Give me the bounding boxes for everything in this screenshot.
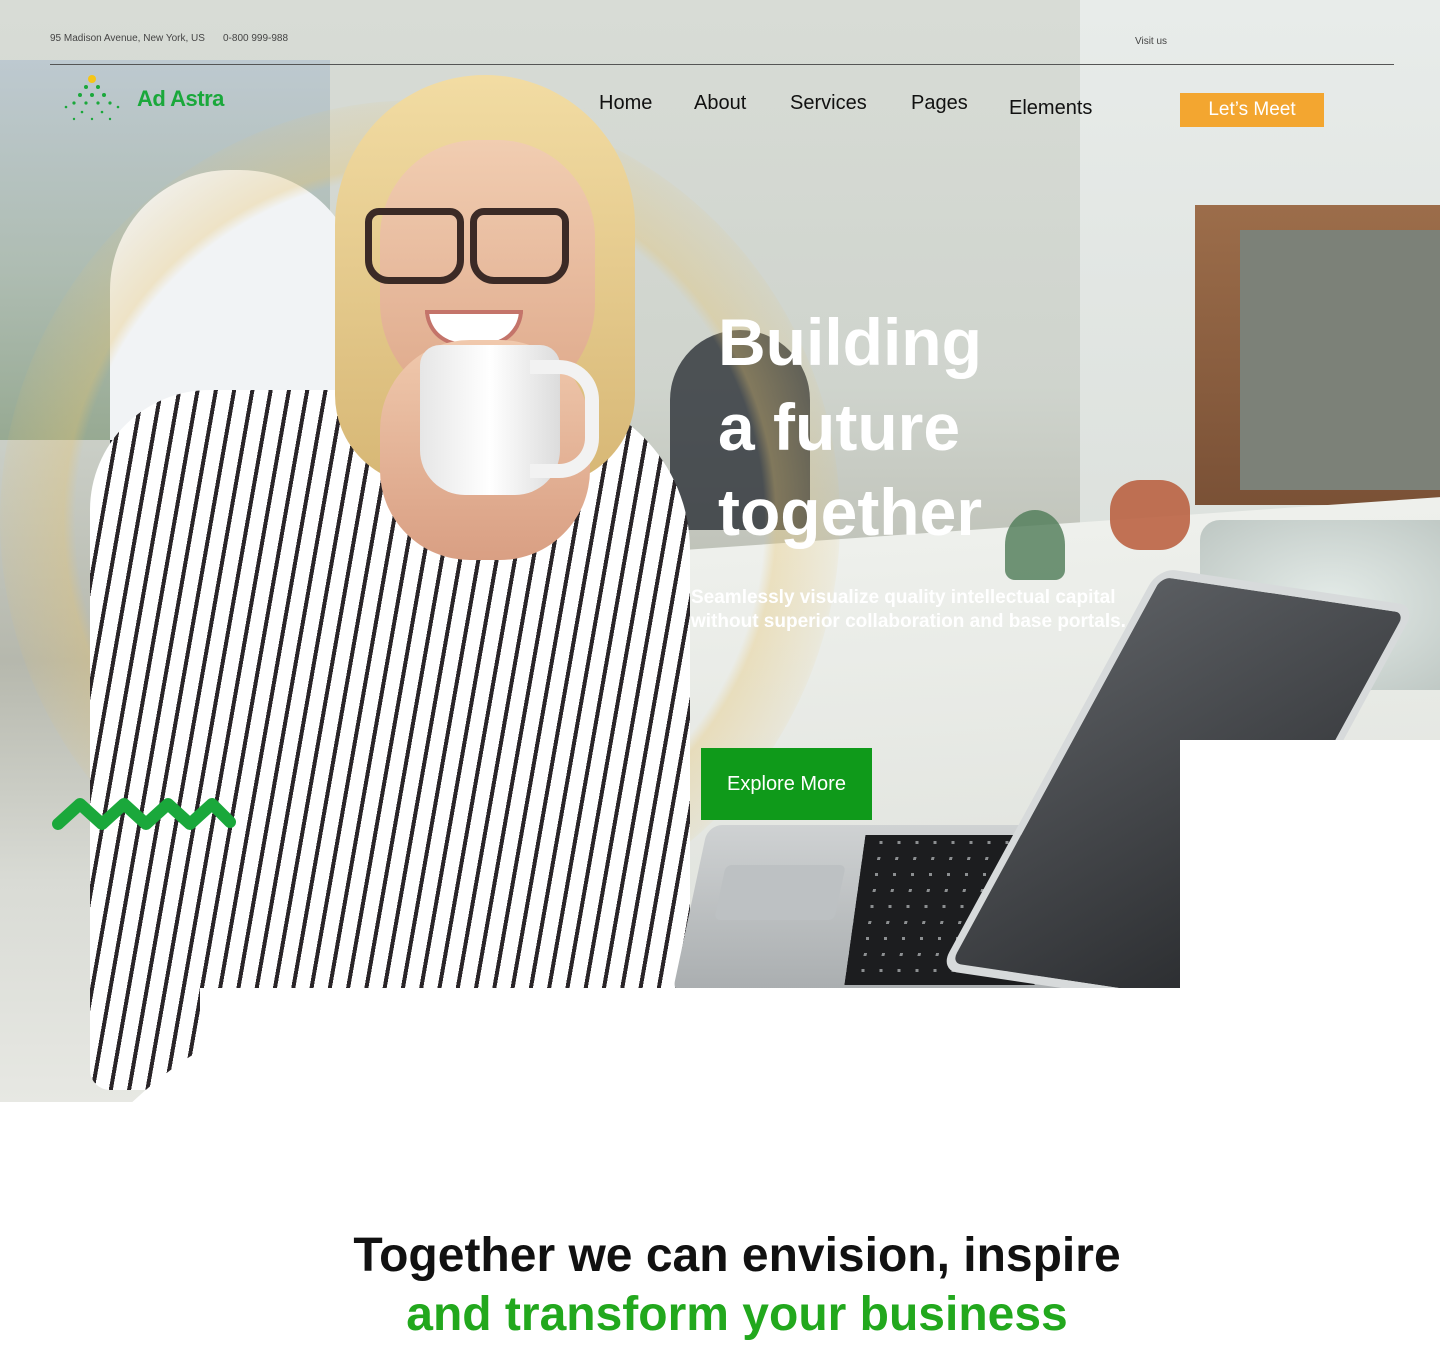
nav-item-home[interactable]: Home [599,92,652,115]
top-info-bar: 95 Madison Avenue, New York, US 0-800 99… [50,32,1394,52]
section-heading: Together we can envision, inspire and tr… [0,1226,1440,1344]
hero-title: Building a future together [718,300,1218,555]
logo-stars-icon [64,75,120,121]
nav-item-about[interactable]: About [694,92,746,115]
lets-meet-button[interactable]: Let’s Meet [1180,93,1324,127]
hero-subtitle: Seamlessly visualize quality intellectua… [691,586,1211,634]
nav-item-pages[interactable]: Pages [911,92,968,115]
hero-photo-eyeglasses-right [470,208,569,284]
header-divider [50,64,1394,65]
section-heading-line-2: and transform your business [406,1288,1068,1341]
hero-title-line-3: together [718,475,982,549]
hero-title-line-1: Building [718,305,982,379]
hero-subtitle-line-1: Seamlessly visualize quality intellectua… [691,587,1116,608]
hero-photo-eyeglasses-left [365,208,464,284]
address-text: 95 Madison Avenue, New York, US [50,33,205,44]
hero-photo-mug-handle [530,360,599,478]
brand-name: Ad Astra [137,86,224,111]
nav-item-services[interactable]: Services [790,92,867,115]
hero-photo-laptop-trackpad [714,865,846,920]
nav-item-elements[interactable]: Elements [1009,97,1092,120]
section-heading-line-1: Together we can envision, inspire [353,1229,1121,1282]
hero-subtitle-line-2: without superior collaboration and base … [691,611,1126,632]
zigzag-wave-icon [52,798,236,830]
hero-title-line-2: a future [718,390,961,464]
hero-photo-cabinet-panel [1240,230,1440,490]
visit-us-link[interactable]: Visit us [1135,36,1167,47]
phone-text[interactable]: 0-800 999-988 [223,33,288,44]
brand-logo[interactable]: Ad Astra [62,74,242,124]
explore-more-button[interactable]: Explore More [701,748,872,820]
